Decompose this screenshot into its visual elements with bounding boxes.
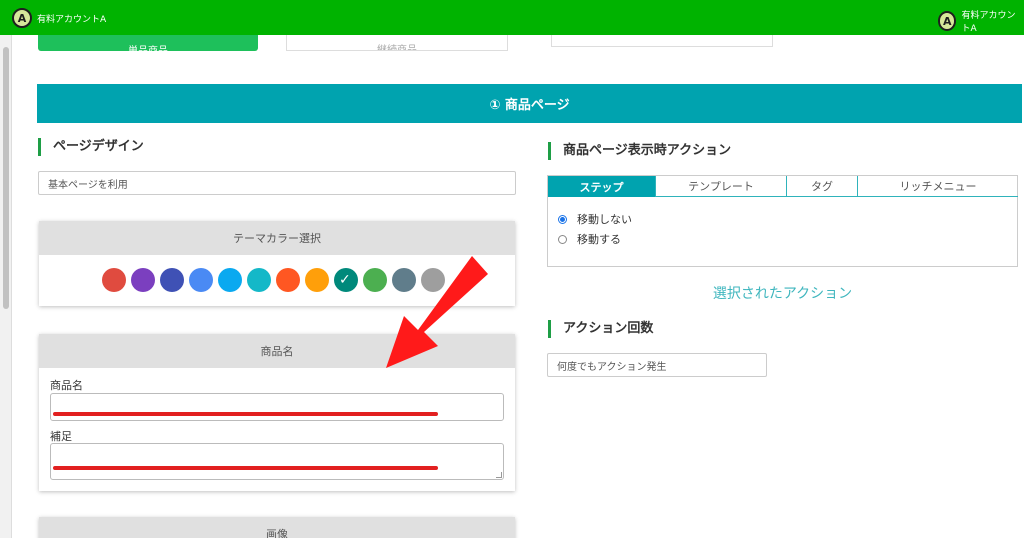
account-menu-right[interactable]: A 有料アカウントA bbox=[938, 8, 1024, 34]
image-card: 画像 bbox=[39, 517, 515, 538]
theme-color-swatch[interactable] bbox=[247, 268, 271, 292]
theme-color-swatch[interactable] bbox=[131, 268, 155, 292]
account-name-right: 有料アカウントA bbox=[961, 11, 1016, 34]
radio-icon[interactable] bbox=[558, 234, 567, 244]
redaction-line bbox=[53, 412, 438, 416]
subscription-product-button[interactable]: 継続商品 bbox=[286, 35, 508, 51]
theme-color-swatch[interactable] bbox=[218, 268, 242, 292]
top-bar: A 有料アカウントA A 有料アカウントA bbox=[0, 0, 1024, 35]
theme-color-swatch[interactable] bbox=[102, 268, 126, 292]
action-count-select[interactable]: 何度でもアクション発生 bbox=[547, 353, 767, 377]
scrollbar-thumb[interactable] bbox=[3, 47, 9, 309]
radio-icon[interactable] bbox=[558, 214, 567, 224]
top-input-field[interactable] bbox=[551, 35, 773, 47]
scrollbar[interactable] bbox=[0, 35, 12, 538]
tab-template[interactable]: テンプレート bbox=[656, 176, 787, 197]
radio-move[interactable]: 移動する bbox=[558, 231, 621, 247]
supplement-textarea[interactable] bbox=[50, 443, 504, 480]
tab-tag[interactable]: タグ bbox=[787, 176, 858, 197]
single-product-button[interactable]: 単品商品 bbox=[38, 35, 258, 51]
theme-color-swatch[interactable] bbox=[276, 268, 300, 292]
selected-action-text: 選択されたアクション bbox=[712, 286, 853, 302]
redaction-line bbox=[53, 466, 438, 470]
page-design-heading: ページデザイン bbox=[38, 138, 144, 156]
product-name-label: 商品名 bbox=[50, 379, 83, 392]
theme-color-swatch[interactable] bbox=[160, 268, 184, 292]
red-arrow-icon bbox=[386, 256, 488, 368]
theme-color-swatch[interactable] bbox=[189, 268, 213, 292]
supplement-label: 補足 bbox=[50, 430, 72, 443]
radio-label: 移動する bbox=[577, 233, 621, 246]
tab-step[interactable]: ステップ bbox=[548, 176, 656, 197]
checkmark-icon: ✓ bbox=[339, 272, 351, 288]
account-menu-left[interactable]: A 有料アカウントA bbox=[12, 8, 106, 28]
page-design-select[interactable]: 基本ページを利用 bbox=[38, 171, 516, 195]
theme-color-swatch[interactable]: ✓ bbox=[334, 268, 358, 292]
product-name-input[interactable] bbox=[50, 393, 504, 421]
image-card-title: 画像 bbox=[39, 517, 515, 538]
action-count-heading: アクション回数 bbox=[548, 320, 653, 338]
account-name-left: 有料アカウントA bbox=[37, 14, 107, 25]
action-tabs-panel: ステップ テンプレート タグ リッチメニュー 移動しない 移動する bbox=[547, 175, 1018, 267]
resize-handle-icon[interactable] bbox=[496, 472, 502, 478]
avatar-right: A bbox=[938, 11, 957, 31]
radio-no-move[interactable]: 移動しない bbox=[558, 211, 632, 227]
tab-rich-menu[interactable]: リッチメニュー bbox=[858, 176, 1018, 197]
action-heading: 商品ページ表示時アクション bbox=[548, 142, 731, 160]
radio-label: 移動しない bbox=[577, 213, 632, 226]
avatar-left: A bbox=[12, 8, 32, 28]
theme-color-swatch[interactable] bbox=[305, 268, 329, 292]
section-banner: ① 商品ページ bbox=[37, 84, 1022, 123]
